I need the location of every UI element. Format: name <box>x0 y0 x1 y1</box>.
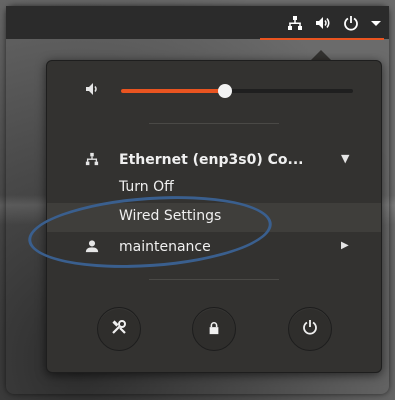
network-wired-icon <box>85 152 99 170</box>
volume-row <box>47 75 381 105</box>
network-wired-icon[interactable] <box>287 15 303 31</box>
power-icon[interactable] <box>343 15 359 31</box>
menu-pointer <box>311 50 331 60</box>
settings-button[interactable] <box>97 307 141 351</box>
volume-slider-fill <box>121 89 226 93</box>
volume-slider[interactable] <box>121 84 353 98</box>
power-off-button[interactable] <box>288 307 332 351</box>
chevron-right-icon: ▶ <box>341 240 349 251</box>
lock-button[interactable] <box>192 307 236 351</box>
menu-dropdown-icon[interactable] <box>371 18 381 28</box>
system-tray[interactable] <box>287 6 381 39</box>
separator <box>149 123 279 124</box>
volume-icon[interactable] <box>315 15 331 31</box>
turn-off-label: Turn Off <box>119 179 174 195</box>
ethernet-menu-item[interactable]: Ethernet (enp3s0) Co... ▼ <box>47 145 381 175</box>
lock-icon <box>207 320 221 339</box>
chevron-down-icon: ▼ <box>341 152 350 165</box>
volume-low-icon <box>85 81 101 101</box>
power-icon <box>302 319 318 339</box>
ethernet-label: Ethernet (enp3s0) Co... <box>119 152 304 168</box>
tray-active-underline <box>260 38 384 40</box>
separator <box>149 279 279 280</box>
volume-slider-knob[interactable] <box>218 84 233 98</box>
settings-icon <box>111 319 127 339</box>
